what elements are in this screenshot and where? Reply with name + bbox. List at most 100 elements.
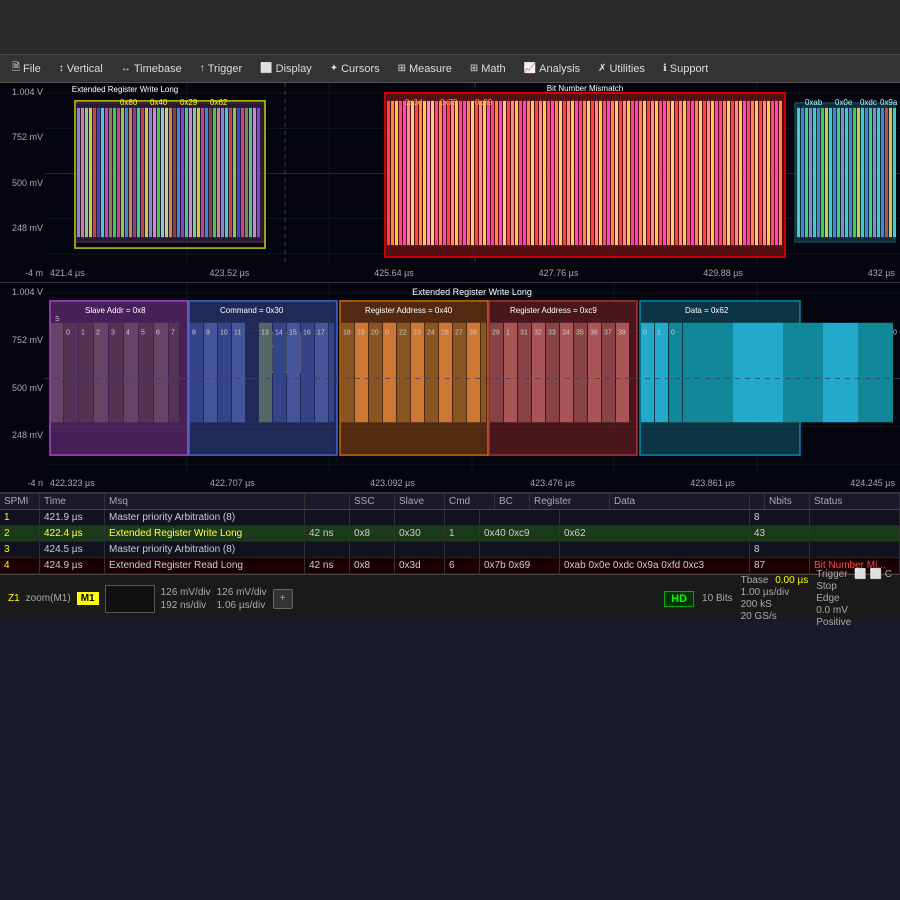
menu-measure[interactable]: ⊞ Measure bbox=[390, 61, 460, 77]
svg-text:Command = 0x30: Command = 0x30 bbox=[220, 306, 284, 315]
td-status-2 bbox=[810, 526, 900, 541]
td-reg-2: 0x40 0xc9 bbox=[480, 526, 560, 541]
channel2-svg: Extended Register Write Long Slave Addr … bbox=[45, 283, 900, 474]
trigger-icon: ↑ bbox=[200, 63, 205, 74]
svg-text:0: 0 bbox=[66, 330, 70, 337]
menu-vertical[interactable]: ↕ Vertical bbox=[51, 61, 111, 77]
td-cmd-3 bbox=[395, 542, 445, 557]
td-nbits-1: 8 bbox=[750, 510, 810, 525]
trigger-icons: ⬜ ⬜ C bbox=[854, 569, 892, 580]
td-ssc-3 bbox=[305, 542, 350, 557]
zoom-type: zoom(M1) bbox=[26, 593, 71, 604]
svg-text:13: 13 bbox=[261, 330, 269, 337]
td-bc-1 bbox=[445, 510, 480, 525]
menu-trigger[interactable]: ↑ Trigger bbox=[192, 61, 250, 77]
channel2-view: 1.004 V 752 mV 500 mV 248 mV -4 n Extend… bbox=[0, 283, 900, 493]
td-msg-1: Master priority Arbitration (8) bbox=[105, 510, 305, 525]
menu-analysis[interactable]: 📈 Analysis bbox=[516, 61, 588, 77]
tbase-val: 0.00 µs bbox=[775, 575, 808, 586]
svg-text:0x9a: 0x9a bbox=[880, 98, 898, 107]
td-slave-1 bbox=[350, 510, 395, 525]
trigger-val1: Stop bbox=[816, 581, 892, 592]
svg-text:11: 11 bbox=[234, 330, 241, 337]
bits-badge: 10 Bits bbox=[702, 593, 733, 604]
channel-settings: 126 mV/div 192 ns/div bbox=[161, 587, 211, 611]
trigger-val3: 0.0 mV bbox=[816, 605, 892, 616]
y-label-neg4m: -4 m bbox=[2, 268, 43, 278]
svg-text:17: 17 bbox=[317, 330, 325, 337]
table-row: 4 424.9 µs Extended Register Read Long 4… bbox=[0, 558, 900, 574]
channel-settings-2: 126 mV/div 1.06 µs/div bbox=[217, 587, 267, 611]
trigger-label: Trigger ⬜ ⬜ C bbox=[816, 569, 892, 580]
svg-text:16: 16 bbox=[303, 330, 311, 337]
x-label-2: 425.64 µs bbox=[374, 268, 414, 278]
m1-box: M1 bbox=[77, 592, 99, 605]
svg-text:15: 15 bbox=[289, 330, 297, 337]
menu-file[interactable]: 🗎 File bbox=[4, 58, 49, 79]
svg-text:3: 3 bbox=[111, 330, 115, 337]
status-left: Z1 zoom(M1) M1 126 mV/div 192 ns/div 126… bbox=[0, 575, 656, 622]
svg-text:Slave Addr = 0x8: Slave Addr = 0x8 bbox=[85, 306, 146, 315]
th-data: Data bbox=[610, 494, 750, 509]
timebase-icon: ↔ bbox=[121, 63, 131, 74]
channel1-waveform: Master priority Arb Master priority Arb … bbox=[45, 83, 900, 264]
menu-cursors[interactable]: ✦ Cursors bbox=[322, 61, 388, 77]
ch2-x-label-3: 423.476 µs bbox=[530, 478, 575, 488]
svg-text:0: 0 bbox=[893, 330, 897, 337]
support-icon: ℹ bbox=[663, 63, 667, 74]
td-bc-4: 6 bbox=[445, 558, 480, 573]
svg-text:Extended Register Write Long: Extended Register Write Long bbox=[72, 85, 178, 94]
td-num-2: 2 bbox=[0, 526, 40, 541]
td-status-3 bbox=[810, 542, 900, 557]
th-nbits: Nbits bbox=[765, 494, 810, 509]
td-cmd-2: 0x30 bbox=[395, 526, 445, 541]
svg-text:0x0e: 0x0e bbox=[835, 98, 853, 107]
td-cmd-4: 0x3d bbox=[395, 558, 445, 573]
td-nbits-3: 8 bbox=[750, 542, 810, 557]
data-table: SPMI Time Msq SSC Slave Cmd BC Register … bbox=[0, 493, 900, 574]
td-num-4: 4 bbox=[0, 558, 40, 573]
td-data-3 bbox=[560, 542, 750, 557]
td-slave-4: 0x8 bbox=[350, 558, 395, 573]
utilities-icon: ✗ bbox=[598, 63, 606, 74]
td-status-1 bbox=[810, 510, 900, 525]
table-header: SPMI Time Msq SSC Slave Cmd BC Register … bbox=[0, 494, 900, 510]
td-time-4: 424.9 µs bbox=[40, 558, 105, 573]
th-empty2 bbox=[750, 494, 765, 509]
svg-text:0xdc: 0xdc bbox=[860, 98, 877, 107]
trigger-val2: Edge bbox=[816, 593, 892, 604]
y-label-248mv: 248 mV bbox=[2, 223, 43, 233]
ch2-y-label-2: 500 mV bbox=[2, 383, 43, 393]
y-label-500mv: 500 mV bbox=[2, 178, 43, 188]
table-row: 1 421.9 µs Master priority Arbitration (… bbox=[0, 510, 900, 526]
td-num-1: 1 bbox=[0, 510, 40, 525]
ch2-x-label-1: 422.707 µs bbox=[210, 478, 255, 488]
svg-text:23: 23 bbox=[413, 330, 421, 337]
add-channel-button[interactable]: + bbox=[273, 589, 293, 609]
th-empty bbox=[305, 494, 350, 509]
td-bc-2: 1 bbox=[445, 526, 480, 541]
td-msg-2: Extended Register Write Long bbox=[105, 526, 305, 541]
svg-text:0x89: 0x89 bbox=[475, 98, 493, 107]
x-label-4: 429.88 µs bbox=[703, 268, 743, 278]
x-label-1: 423.52 µs bbox=[210, 268, 250, 278]
table-row: 3 424.5 µs Master priority Arbitration (… bbox=[0, 542, 900, 558]
channel1-view: 1.004 V 752 mV 500 mV 248 mV -4 m bbox=[0, 83, 900, 283]
math-icon: ⊞ bbox=[470, 63, 478, 74]
td-reg-3 bbox=[480, 542, 560, 557]
menu-display[interactable]: ⬜ Display bbox=[252, 61, 320, 77]
menu-timebase[interactable]: ↔ Timebase bbox=[113, 61, 190, 77]
menu-math[interactable]: ⊞ Math bbox=[462, 61, 514, 77]
menu-support[interactable]: ℹ Support bbox=[655, 61, 716, 77]
trigger-text: Trigger bbox=[816, 569, 847, 580]
ch2-x-label-5: 424.245 µs bbox=[850, 478, 895, 488]
svg-text:9: 9 bbox=[206, 330, 210, 337]
top-border bbox=[0, 0, 900, 55]
status-right: HD 10 Bits Tbase 0.00 µs 1.00 µs/div 200… bbox=[656, 575, 900, 622]
svg-text:6: 6 bbox=[156, 330, 160, 337]
td-bc-3 bbox=[445, 542, 480, 557]
menu-utilities[interactable]: ✗ Utilities bbox=[590, 61, 653, 77]
trigger-val4: Positive bbox=[816, 617, 892, 628]
y-label-1004v: 1.004 V bbox=[2, 87, 43, 97]
th-time: Time bbox=[40, 494, 105, 509]
